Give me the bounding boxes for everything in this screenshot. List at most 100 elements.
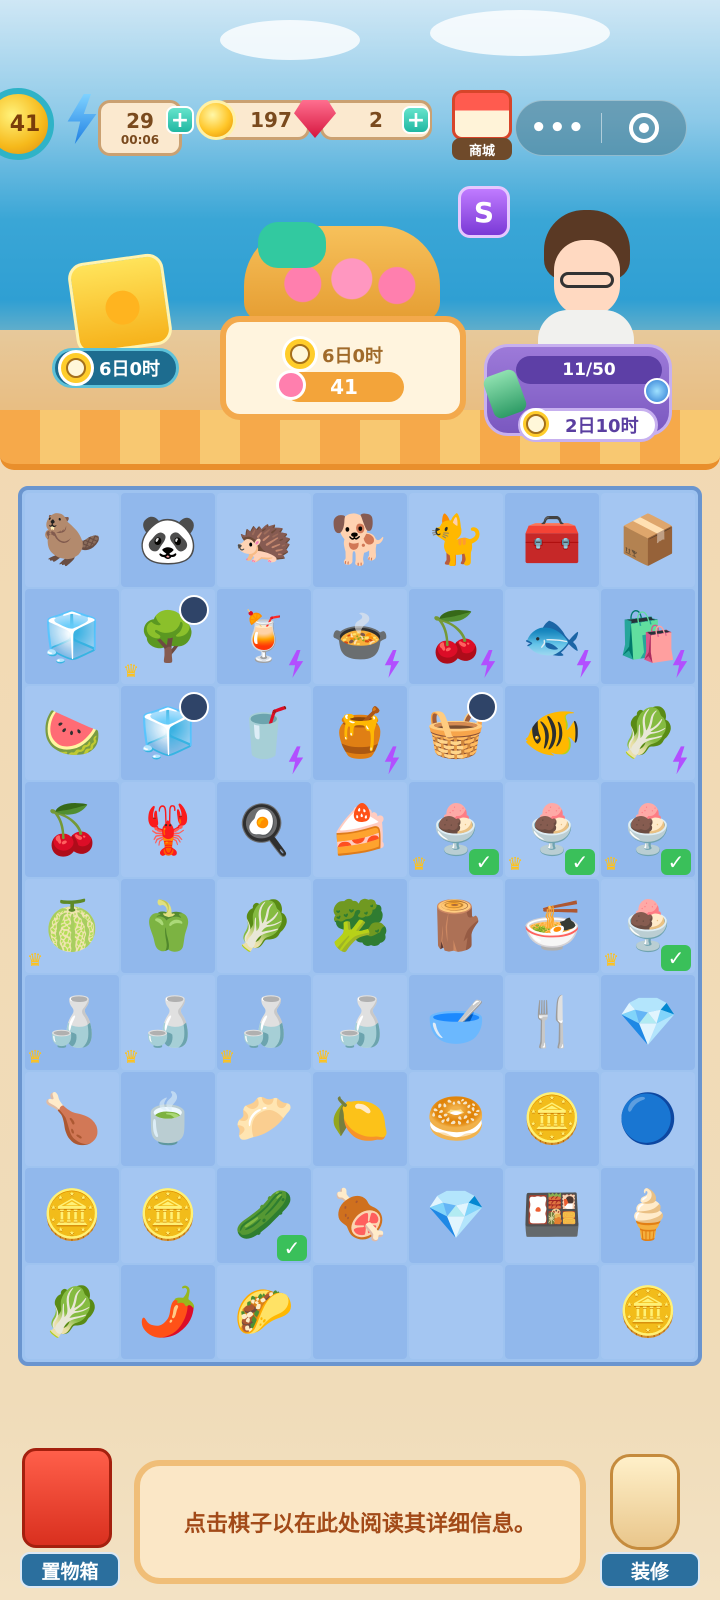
- shop-label[interactable]: 商城: [452, 138, 512, 160]
- check-icon: ✓: [469, 848, 499, 875]
- crown-icon: ♛: [315, 1046, 332, 1068]
- board-cell[interactable]: 🥬: [601, 685, 695, 781]
- board-cell[interactable]: 🍶 ♛: [217, 975, 311, 1070]
- juicer-icon: 🍹: [234, 608, 294, 665]
- ticket-event-icon[interactable]: [66, 251, 174, 357]
- board-cell[interactable]: 🌶️: [121, 1264, 215, 1359]
- board-cell[interactable]: 💎: [409, 1168, 503, 1263]
- board-cell[interactable]: 🍖: [313, 1168, 407, 1263]
- board-cell[interactable]: 🦫: [25, 493, 119, 588]
- level-badge[interactable]: 41: [0, 88, 54, 160]
- board-cell[interactable]: 🥣: [409, 975, 503, 1070]
- board-cell[interactable]: 🍨 ♛ ✓: [601, 878, 695, 974]
- board-cell[interactable]: 🍶 ♛: [25, 975, 119, 1070]
- steamed-bun-icon: 🥯: [426, 1090, 486, 1147]
- board-cell[interactable]: 🧊: [25, 589, 119, 684]
- board-cell[interactable]: 🥬: [217, 878, 311, 974]
- bento-icon: 🍱: [522, 1187, 582, 1244]
- board-cell[interactable]: [409, 1264, 503, 1359]
- board-cell[interactable]: 🥤: [217, 685, 311, 781]
- board-cell[interactable]: 🦞: [121, 782, 215, 877]
- board-cell[interactable]: 🪵: [409, 878, 503, 974]
- board-cell[interactable]: 🍴: [505, 975, 599, 1070]
- storage-label[interactable]: 置物箱: [20, 1552, 120, 1588]
- board-cell[interactable]: 🥬: [25, 1264, 119, 1359]
- board-cell[interactable]: 🍯: [313, 685, 407, 781]
- add-energy-button[interactable]: +: [166, 106, 194, 134]
- board-cell[interactable]: 🍹: [217, 589, 311, 684]
- board-cell[interactable]: 🪙: [121, 1168, 215, 1263]
- board-cell[interactable]: 🍶 ♛: [121, 975, 215, 1070]
- board-cell[interactable]: 🍰: [313, 782, 407, 877]
- chef-avatar[interactable]: [536, 210, 636, 354]
- board-cell[interactable]: 🥟: [217, 1071, 311, 1167]
- more-button[interactable]: •••: [516, 113, 601, 143]
- board-cell[interactable]: 🍨 ♛ ✓: [409, 782, 503, 877]
- timer-icon: [179, 595, 209, 626]
- board-cell[interactable]: 🍒: [409, 589, 503, 684]
- board-cell[interactable]: 🧺: [409, 685, 503, 781]
- board-cell[interactable]: 🍨 ♛ ✓: [601, 782, 695, 877]
- board-cell[interactable]: 🥯: [409, 1071, 503, 1167]
- add-gems-button[interactable]: +: [402, 106, 430, 134]
- board-cell[interactable]: 🍵: [121, 1071, 215, 1167]
- board-cell[interactable]: 🪙: [505, 1071, 599, 1167]
- board-cell[interactable]: 🥦: [313, 878, 407, 974]
- ruby-pile-icon: 💎: [618, 994, 678, 1051]
- storage-box-icon[interactable]: [22, 1448, 112, 1548]
- board-cell[interactable]: 🍋: [313, 1071, 407, 1167]
- brush-icon[interactable]: [610, 1454, 680, 1550]
- board-cell[interactable]: 🍦: [601, 1168, 695, 1263]
- board-cell[interactable]: 🪙: [25, 1168, 119, 1263]
- tasks-button[interactable]: S: [458, 186, 510, 238]
- board-cell[interactable]: 🌳 ♛: [121, 589, 215, 684]
- taco-icon: 🌮: [234, 1283, 294, 1340]
- board-cell[interactable]: 🐼: [121, 493, 215, 588]
- board-cell[interactable]: 🥒 ✓: [217, 1168, 311, 1263]
- flower-icon: [103, 288, 142, 327]
- board-cell[interactable]: 🐠: [505, 685, 599, 781]
- board-cell[interactable]: 🍜: [505, 878, 599, 974]
- board-cell[interactable]: 🐕: [313, 493, 407, 588]
- basket-event-card[interactable]: [220, 316, 466, 420]
- board-cell[interactable]: 🍶 ♛: [313, 975, 407, 1070]
- board-cell[interactable]: 🌮: [217, 1264, 311, 1359]
- timer-icon: [179, 691, 209, 722]
- capybara-statue-icon: 🦫: [42, 512, 102, 569]
- board-cell[interactable]: 🔵: [601, 1071, 695, 1167]
- clock-icon: [58, 350, 94, 386]
- cake-slice-icon: 🍰: [330, 801, 390, 858]
- board-cell[interactable]: [313, 1264, 407, 1359]
- board-cell[interactable]: 🍗: [25, 1071, 119, 1167]
- decorate-label[interactable]: 装修: [600, 1552, 700, 1588]
- board-cell[interactable]: 📦: [601, 493, 695, 588]
- board-cell[interactable]: 🐟: [505, 589, 599, 684]
- board-cell[interactable]: 🪙: [601, 1264, 695, 1359]
- lime-icon: 🍈: [42, 897, 102, 954]
- board-cell[interactable]: 🍈 ♛: [25, 878, 119, 974]
- crown-icon: ♛: [507, 853, 524, 875]
- basket-count: 41: [330, 375, 358, 399]
- board-cell[interactable]: 🍒: [25, 782, 119, 877]
- board-cell[interactable]: 💎: [601, 975, 695, 1070]
- board-cell[interactable]: 🛍️: [601, 589, 695, 684]
- ruby-icon: 💎: [426, 1187, 486, 1244]
- board-cell[interactable]: 🍱: [505, 1168, 599, 1263]
- board-cell[interactable]: 🦔: [217, 493, 311, 588]
- tea-set-icon: 🍶: [330, 994, 390, 1051]
- board-cell[interactable]: 🍨 ♛ ✓: [505, 782, 599, 877]
- board-cell[interactable]: 🐈: [409, 493, 503, 588]
- board-cell[interactable]: 🧊: [121, 685, 215, 781]
- close-button[interactable]: [602, 113, 687, 143]
- board-cell[interactable]: 🍉: [25, 685, 119, 781]
- shop-icon[interactable]: [452, 90, 512, 140]
- board-cell[interactable]: 🍳: [217, 782, 311, 877]
- clock-icon: [282, 336, 318, 372]
- board-cell[interactable]: 🫑: [121, 878, 215, 974]
- crown-icon: ♛: [603, 950, 620, 972]
- fish-bag-icon: 🐟: [522, 608, 582, 665]
- pot-box-icon: 📦: [618, 512, 678, 569]
- board-cell[interactable]: 🍲: [313, 589, 407, 684]
- board-cell[interactable]: 🧰: [505, 493, 599, 588]
- board-cell[interactable]: [505, 1264, 599, 1359]
